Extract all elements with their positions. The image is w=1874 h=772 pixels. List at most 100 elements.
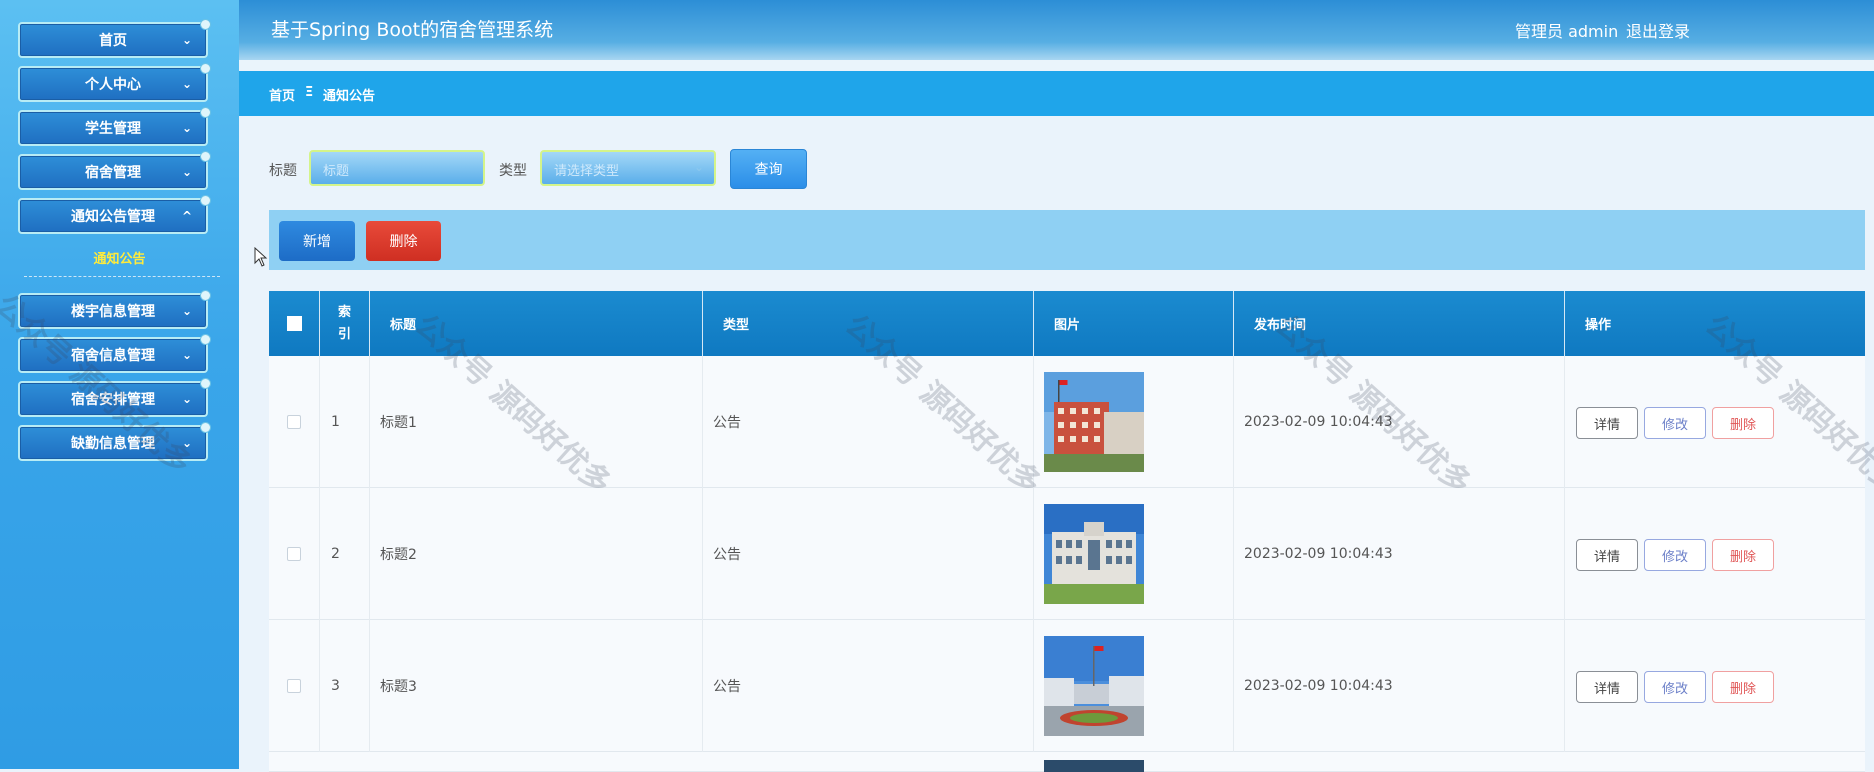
decorative-dot-icon bbox=[200, 195, 211, 206]
sidebar-item-personal-center[interactable]: 个人中心 ⌄ bbox=[18, 63, 211, 102]
mouse-cursor-icon bbox=[254, 247, 268, 267]
select-all-cell bbox=[269, 291, 320, 356]
app-title: 基于Spring Boot的宿舍管理系统 bbox=[271, 19, 554, 41]
add-button[interactable]: 新增 bbox=[279, 221, 355, 261]
sidebar-item-absence-info[interactable]: 缺勤信息管理 ⌄ bbox=[18, 422, 211, 461]
row-type: 公告 bbox=[703, 356, 1034, 488]
row-index: 3 bbox=[320, 620, 370, 752]
campus-photo-icon bbox=[1044, 636, 1144, 736]
sidebar-item-label: 缺勤信息管理 bbox=[71, 436, 155, 452]
decorative-dot-icon bbox=[200, 378, 211, 389]
decorative-dot-icon bbox=[200, 19, 211, 30]
sidebar-item-notice-management[interactable]: 通知公告管理 ^ bbox=[18, 195, 211, 234]
table-row: 1 标题1 公告 2023-02-09 10:04:43 详情 修改 删除 bbox=[269, 356, 1865, 488]
notice-image[interactable] bbox=[1044, 760, 1144, 772]
row-actions-cell: 详情 修改 删除 bbox=[1565, 356, 1865, 488]
title-label: 标题 bbox=[269, 163, 297, 179]
title-search-input[interactable]: 标题 bbox=[309, 150, 485, 186]
building-photo-icon bbox=[1044, 372, 1144, 472]
row-index: 1 bbox=[320, 356, 370, 488]
row-checkbox[interactable] bbox=[287, 415, 301, 429]
row-index: 2 bbox=[320, 488, 370, 620]
chevron-down-icon: ⌄ bbox=[182, 436, 193, 450]
table-row: 3 标题3 公告 2023-02-09 10:04:43 详情 修改 删除 bbox=[269, 620, 1865, 752]
action-toolbar bbox=[269, 210, 1865, 270]
row-image-cell bbox=[1034, 488, 1234, 620]
notice-image[interactable] bbox=[1044, 504, 1144, 604]
chevron-down-icon: ⌄ bbox=[182, 392, 193, 406]
header-divider bbox=[239, 60, 1874, 70]
delete-button[interactable]: 删除 bbox=[1712, 539, 1774, 571]
row-type: 公告 bbox=[703, 488, 1034, 620]
divider bbox=[24, 276, 220, 277]
type-label: 类型 bbox=[499, 163, 527, 179]
building-photo-icon bbox=[1044, 504, 1144, 604]
decorative-dot-icon bbox=[200, 422, 211, 433]
delete-button[interactable]: 删除 bbox=[1712, 671, 1774, 703]
row-checkbox[interactable] bbox=[287, 679, 301, 693]
table-header: 索引 标题 类型 图片 发布时间 操作 bbox=[269, 291, 1865, 356]
sidebar-item-building-info[interactable]: 楼宇信息管理 ⌄ bbox=[18, 290, 211, 329]
edit-button[interactable]: 修改 bbox=[1644, 671, 1706, 703]
table-row: 2 标题2 公告 2023-02-09 10:04:43 详情 修改 删除 bbox=[269, 488, 1865, 620]
sidebar-item-label: 宿舍管理 bbox=[85, 165, 141, 181]
notice-image[interactable] bbox=[1044, 636, 1144, 736]
header-image: 图片 bbox=[1034, 291, 1234, 356]
row-select-cell bbox=[269, 488, 320, 620]
query-button[interactable]: 查询 bbox=[730, 149, 807, 189]
decorative-dot-icon bbox=[200, 63, 211, 74]
header-index: 索引 bbox=[320, 291, 370, 356]
header-index-label: 索引 bbox=[337, 304, 351, 342]
sidebar-item-label: 宿舍信息管理 bbox=[71, 348, 155, 364]
sidebar: 首页 ⌄ 个人中心 ⌄ 学生管理 ⌄ 宿舍管理 ⌄ 通知公告管理 ^ 通知公告 … bbox=[0, 0, 239, 769]
row-actions-cell: 详情 修改 删除 bbox=[1565, 488, 1865, 620]
type-select-placeholder: 请选择类型 bbox=[554, 164, 620, 179]
detail-button[interactable]: 详情 bbox=[1576, 407, 1638, 439]
notice-image[interactable] bbox=[1044, 372, 1144, 472]
header-image-label: 图片 bbox=[1054, 318, 1081, 333]
detail-button[interactable]: 详情 bbox=[1576, 539, 1638, 571]
row-select-cell bbox=[269, 356, 320, 488]
sidebar-subitem-notice[interactable]: 通知公告 bbox=[0, 248, 239, 267]
header-title-label: 标题 bbox=[390, 318, 417, 333]
sidebar-item-label: 学生管理 bbox=[85, 121, 141, 137]
sidebar-item-dorm-management[interactable]: 宿舍管理 ⌄ bbox=[18, 151, 211, 190]
row-image-cell bbox=[1034, 356, 1234, 488]
header-title: 标题 bbox=[370, 291, 703, 356]
table-row bbox=[269, 752, 1865, 772]
decorative-dot-icon bbox=[200, 290, 211, 301]
chevron-down-icon: ⌄ bbox=[182, 348, 193, 362]
sidebar-item-dorm-arrangement[interactable]: 宿舍安排管理 ⌄ bbox=[18, 378, 211, 417]
header: 基于Spring Boot的宿舍管理系统 管理员 admin 退出登录 bbox=[239, 0, 1874, 70]
logout-link[interactable]: 退出登录 bbox=[1626, 18, 1690, 42]
type-select[interactable]: 请选择类型 ⌄ bbox=[540, 150, 716, 186]
breadcrumb-current: 通知公告 bbox=[323, 89, 376, 104]
row-title: 标题2 bbox=[370, 488, 703, 620]
row-image-cell bbox=[1034, 620, 1234, 752]
edit-button[interactable]: 修改 bbox=[1644, 539, 1706, 571]
sidebar-item-student-management[interactable]: 学生管理 ⌄ bbox=[18, 107, 211, 146]
batch-delete-button[interactable]: 删除 bbox=[366, 221, 441, 261]
edit-button[interactable]: 修改 bbox=[1644, 407, 1706, 439]
chevron-up-icon: ^ bbox=[182, 209, 193, 223]
breadcrumb: 首页 Ξ 通知公告 bbox=[239, 71, 1874, 116]
breadcrumb-separator-icon: Ξ bbox=[305, 85, 314, 100]
row-publish-time: 2023-02-09 10:04:43 bbox=[1234, 356, 1565, 488]
breadcrumb-home[interactable]: 首页 bbox=[269, 85, 295, 104]
sidebar-item-home[interactable]: 首页 ⌄ bbox=[18, 19, 211, 58]
row-checkbox[interactable] bbox=[287, 547, 301, 561]
current-user: 管理员 admin bbox=[1515, 22, 1619, 41]
chevron-down-icon: ⌄ bbox=[182, 33, 193, 47]
row-actions-cell: 详情 修改 删除 bbox=[1565, 620, 1865, 752]
delete-button[interactable]: 删除 bbox=[1712, 407, 1774, 439]
select-all-checkbox[interactable] bbox=[286, 316, 302, 331]
decorative-dot-icon bbox=[200, 107, 211, 118]
sidebar-item-label: 个人中心 bbox=[85, 77, 141, 93]
sidebar-item-dorm-info[interactable]: 宿舍信息管理 ⌄ bbox=[18, 334, 211, 373]
chevron-down-icon: ⌄ bbox=[182, 165, 193, 179]
detail-button[interactable]: 详情 bbox=[1576, 671, 1638, 703]
header-publish-time-label: 发布时间 bbox=[1254, 318, 1307, 333]
sidebar-item-label: 宿舍安排管理 bbox=[71, 392, 155, 408]
header-publish-time: 发布时间 bbox=[1234, 291, 1565, 356]
decorative-dot-icon bbox=[200, 334, 211, 345]
